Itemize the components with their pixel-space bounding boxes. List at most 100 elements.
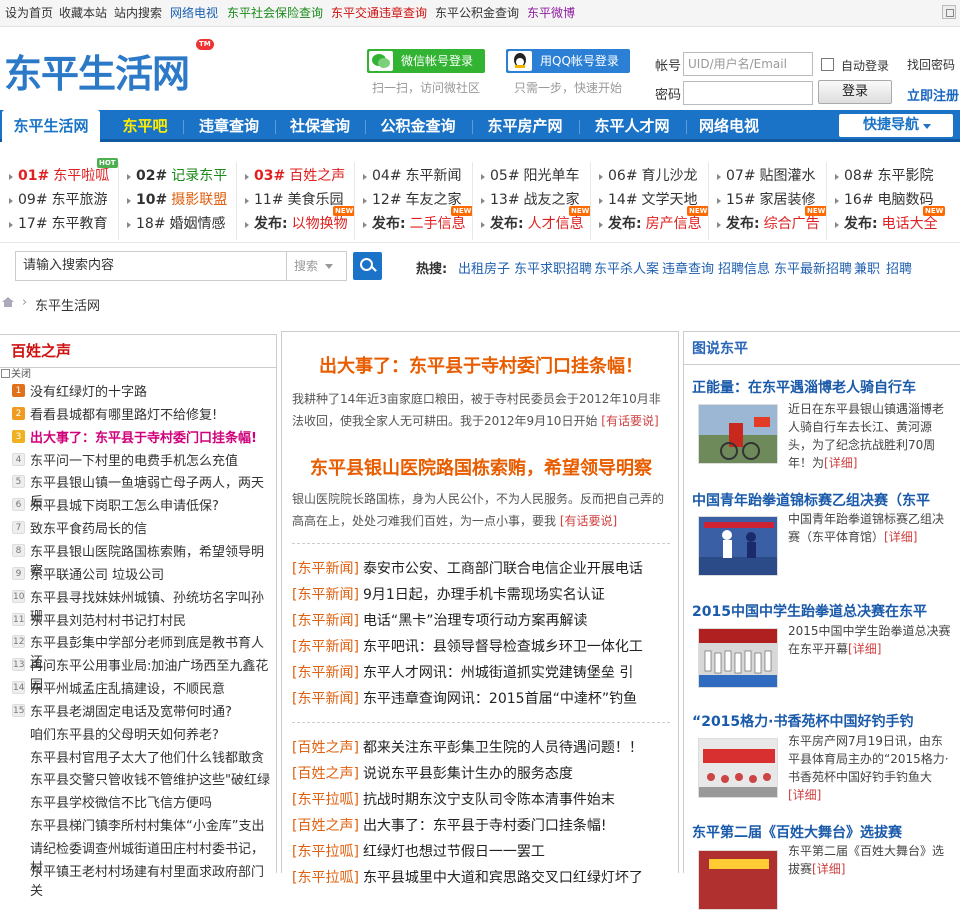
list-item[interactable]: 东平县刘范村村书记打村民 bbox=[30, 610, 270, 629]
list-item[interactable]: 东平联通公司 垃圾公司 bbox=[30, 564, 270, 583]
news-row[interactable]: [百姓之声] 都来关注东平彭集卫生院的人员待遇问题！！ bbox=[292, 737, 672, 757]
news-title[interactable]: 东平违章查询网讯：2015首届“中達杯”钓鱼 bbox=[363, 691, 637, 707]
nav-tab-dongping-bar[interactable]: 东平吧 bbox=[110, 110, 180, 142]
quick-link[interactable]: 发布: 综合广告 bbox=[716, 212, 820, 236]
photo-item-title[interactable]: “2015格力·书香苑杯中国好钓手钓 bbox=[692, 711, 958, 731]
set-homepage-link[interactable]: 设为首页 bbox=[5, 6, 53, 20]
quick-link[interactable]: 05# 阳光单车 bbox=[480, 164, 580, 188]
quick-link[interactable]: 16# 电脑数码 bbox=[834, 188, 934, 212]
news-category[interactable]: [东平拉呱] bbox=[292, 792, 359, 808]
news-row[interactable]: [东平拉呱] 抗战时期东汶宁支队司令陈本清事件始末 bbox=[292, 789, 672, 809]
news-title[interactable]: 红绿灯也想过节假日一一罢工 bbox=[363, 844, 545, 860]
nav-tab-talent[interactable]: 东平人才网 bbox=[582, 110, 682, 142]
nav-tab-housing-fund[interactable]: 公积金查询 bbox=[368, 110, 468, 142]
news-row[interactable]: [东平新闻] 9月1日起，办理手机卡需现场实名认证 bbox=[292, 584, 672, 604]
news-title[interactable]: 东平县城里中大道和宾思路交叉口红绿灯坏了 bbox=[363, 870, 643, 886]
register-link[interactable]: 立即注册 bbox=[907, 85, 959, 104]
quick-link[interactable]: 09# 东平旅游 bbox=[8, 188, 108, 212]
wechat-login-button[interactable]: 微信帐号登录 bbox=[367, 49, 485, 73]
news-category[interactable]: [东平新闻] bbox=[292, 613, 359, 629]
news-category[interactable]: [东平新闻] bbox=[292, 561, 359, 577]
quick-link[interactable]: 发布: 以物换物 bbox=[244, 212, 348, 236]
quick-link[interactable]: 13# 战友之家 bbox=[480, 188, 580, 212]
nav-tab-violation[interactable]: 违章查询 bbox=[186, 110, 272, 142]
quick-link[interactable]: 02# 记录东平 bbox=[126, 164, 227, 188]
quick-link[interactable]: 08# 东平影院 bbox=[834, 164, 934, 188]
news-row[interactable]: [东平新闻] 电话“黑卡”治理专项行动方案再解读 bbox=[292, 610, 672, 630]
quick-link[interactable]: 发布: 电话大全 bbox=[834, 212, 938, 236]
hot-keyword[interactable]: 东平求职招聘 bbox=[514, 258, 592, 277]
list-item[interactable]: 东平县交警只管收钱不管维护这些"破红绿 bbox=[30, 769, 270, 788]
news-row[interactable]: [东平拉呱] 红绿灯也想过节假日一一罢工 bbox=[292, 841, 672, 861]
news-category[interactable]: [东平新闻] bbox=[292, 665, 359, 681]
list-item[interactable]: 看看县城都有哪里路灯不给修复! bbox=[30, 404, 270, 423]
news-title[interactable]: 泰安市公安、工商部门联合电信企业开展电话 bbox=[363, 561, 643, 577]
news-title[interactable]: 都来关注东平彭集卫生院的人员待遇问题！！ bbox=[363, 740, 643, 756]
news-row[interactable]: [东平新闻] 东平违章查询网讯：2015首届“中達杯”钓鱼 bbox=[292, 688, 672, 708]
hot-keyword[interactable]: 违章查询 bbox=[662, 258, 714, 277]
news-title[interactable]: 9月1日起，办理手机卡需现场实名认证 bbox=[363, 587, 605, 603]
photo-thumbnail[interactable] bbox=[698, 516, 778, 576]
photo-item-title[interactable]: 正能量：在东平遇淄博老人骑自行车 bbox=[692, 377, 958, 397]
news-title[interactable]: 出大事了：东平县于寺村委门口挂条幅! bbox=[363, 818, 607, 834]
quick-link[interactable]: 17# 东平教育 bbox=[8, 212, 108, 236]
news-category[interactable]: [百姓之声] bbox=[292, 818, 359, 834]
news-title[interactable]: 电话“黑卡”治理专项行动方案再解读 bbox=[363, 613, 588, 629]
photo-item-title[interactable]: 2015中国中学生跆拳道总决赛在东平 bbox=[692, 601, 958, 621]
list-item[interactable]: 东平州城孟庄乱搞建设，不顺民意 bbox=[30, 678, 270, 697]
detail-link[interactable]: [详细] bbox=[884, 530, 917, 544]
login-button[interactable]: 登录 bbox=[818, 80, 892, 104]
hot-keyword[interactable]: 招聘信息 bbox=[718, 258, 770, 277]
nav-tab-home[interactable]: 东平生活网 bbox=[2, 110, 100, 142]
news-category[interactable]: [百姓之声] bbox=[292, 766, 359, 782]
nav-tab-social-security[interactable]: 社保查询 bbox=[278, 110, 362, 142]
auto-login-checkbox[interactable] bbox=[821, 58, 834, 71]
social-insurance-link[interactable]: 东平社会保险查询 bbox=[227, 6, 323, 20]
quick-link[interactable]: 发布: 二手信息 bbox=[362, 212, 466, 236]
find-password-link[interactable]: 找回密码 bbox=[907, 56, 955, 73]
news-category[interactable]: [东平新闻] bbox=[292, 587, 359, 603]
headline-1[interactable]: 出大事了：东平县于寺村委门口挂条幅！ bbox=[282, 352, 680, 378]
quick-nav-dropdown[interactable]: 快捷导航 bbox=[839, 114, 953, 137]
quick-link[interactable]: 10# 摄影联盟 bbox=[126, 188, 227, 212]
network-tv-link[interactable]: 网络电视 bbox=[170, 6, 218, 20]
password-input[interactable] bbox=[683, 81, 813, 105]
traffic-violation-link[interactable]: 东平交通违章查询 bbox=[331, 6, 427, 20]
hot-keyword[interactable]: 兼职 bbox=[854, 258, 880, 277]
site-logo[interactable]: 东平生活网 bbox=[4, 51, 190, 97]
more-link-2[interactable]: [有话要说] bbox=[560, 514, 617, 528]
quick-link[interactable]: 03# 百姓之声 bbox=[244, 164, 345, 188]
quick-link[interactable]: 01# 东平啦呱 bbox=[8, 164, 109, 188]
photo-thumbnail[interactable] bbox=[698, 850, 778, 910]
breadcrumb-current[interactable]: 东平生活网 bbox=[35, 295, 100, 314]
news-category[interactable]: [东平新闻] bbox=[292, 691, 359, 707]
list-item[interactable]: 咱们东平县的父母明天如何养老? bbox=[30, 724, 270, 743]
housing-fund-link[interactable]: 东平公积金查询 bbox=[435, 6, 519, 20]
list-item[interactable]: 东平县老湖固定电话及宽带何时通? bbox=[30, 701, 270, 720]
hot-keyword[interactable]: 东平最新招聘 bbox=[774, 258, 852, 277]
news-category[interactable]: [东平拉呱] bbox=[292, 844, 359, 860]
list-item[interactable]: 东平镇王老村村场建有村里面求政府部门关 bbox=[30, 861, 270, 899]
quick-link[interactable]: 12# 车友之家 bbox=[362, 188, 462, 212]
news-title[interactable]: 抗战时期东汶宁支队司令陈本清事件始末 bbox=[363, 792, 615, 808]
more-link-1[interactable]: [有话要说] bbox=[601, 414, 658, 428]
news-category[interactable]: [东平拉呱] bbox=[292, 870, 359, 886]
fullscreen-toggle-icon[interactable] bbox=[942, 5, 956, 19]
list-item[interactable]: 没有红绿灯的十字路 bbox=[30, 381, 270, 400]
news-title[interactable]: 东平吧讯：县领导督导检查城乡环卫一体化工 bbox=[363, 639, 643, 655]
photo-thumbnail[interactable] bbox=[698, 738, 778, 798]
nav-tab-real-estate[interactable]: 东平房产网 bbox=[475, 110, 575, 142]
news-category[interactable]: [东平新闻] bbox=[292, 639, 359, 655]
detail-link[interactable]: [详细] bbox=[812, 862, 845, 876]
detail-link[interactable]: [详细] bbox=[824, 456, 857, 470]
list-item[interactable]: 出大事了：东平县于寺村委门口挂条幅! bbox=[30, 427, 270, 446]
news-row[interactable]: [东平拉呱] 东平县城里中大道和宾思路交叉口红绿灯坏了 bbox=[292, 867, 672, 887]
quick-link[interactable]: 11# 美食乐园 bbox=[244, 188, 344, 212]
list-item[interactable]: 东平县村官甩子太大了他们什么钱都敢贪 bbox=[30, 747, 270, 766]
close-button[interactable]: 关闭 bbox=[1, 369, 31, 380]
photo-item-title[interactable]: 东平第二届《百姓大舞台》选拔赛 bbox=[692, 822, 958, 842]
quick-link[interactable]: 06# 育儿沙龙 bbox=[598, 164, 698, 188]
quick-link[interactable]: 04# 东平新闻 bbox=[362, 164, 462, 188]
quick-link[interactable]: 18# 婚姻情感 bbox=[126, 212, 226, 236]
list-item[interactable]: 东平县梯门镇李所村村集体“小金库”支出 bbox=[30, 815, 270, 834]
